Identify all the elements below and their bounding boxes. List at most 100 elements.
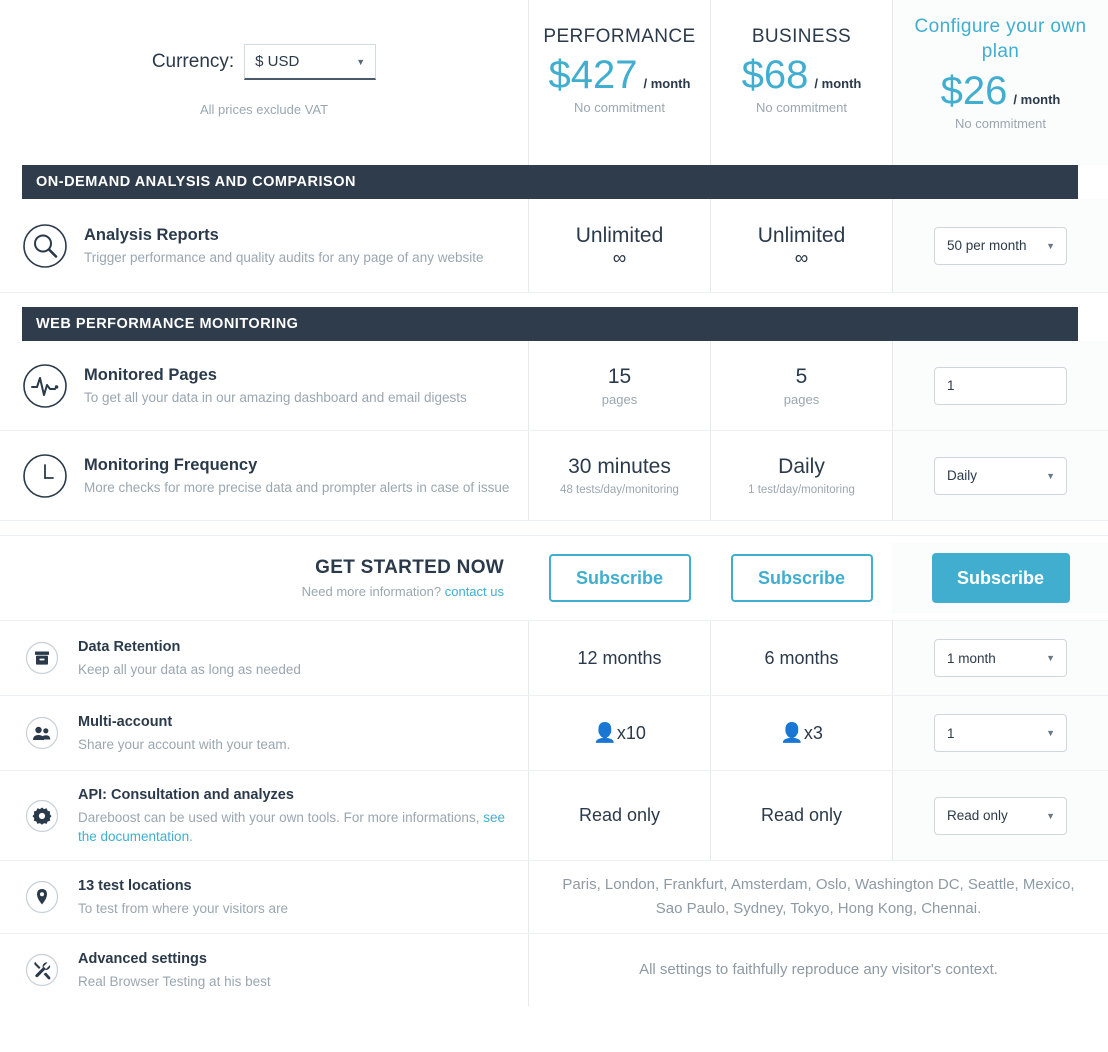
cell-value: 12 months xyxy=(577,645,661,672)
plan-commitment: No commitment xyxy=(756,100,847,115)
cell-value: Read only xyxy=(579,802,660,829)
vat-note: All prices exclude VAT xyxy=(200,102,328,117)
value-cell-custom: 1 xyxy=(892,341,1108,430)
cell-value: 5 xyxy=(796,363,808,390)
table-row-test-locations: 13 test locations To test from where you… xyxy=(0,861,1108,934)
archive-icon xyxy=(22,638,62,678)
advanced-settings-note: All settings to faithfully reproduce any… xyxy=(528,934,1108,1006)
value-cell-performance: Read only xyxy=(528,771,710,860)
table-row-data-retention: Data Retention Keep all your data as lon… xyxy=(0,621,1108,696)
feature-description-tail: . xyxy=(189,829,193,844)
feature-description: Real Browser Testing at his best xyxy=(78,972,510,991)
feature-cell: Analysis Reports Trigger performance and… xyxy=(0,199,528,292)
value-cell-custom: Daily ▼ xyxy=(892,431,1108,520)
value-cell-performance: 30 minutes 48 tests/day/monitoring xyxy=(528,431,710,520)
feature-description: Share your account with your team. xyxy=(78,735,510,754)
subscribe-button-custom[interactable]: Subscribe xyxy=(932,553,1070,603)
plan-header-custom: Configure your own plan $26 / month No c… xyxy=(892,0,1108,165)
value-cell-performance: Unlimited ∞ xyxy=(528,199,710,292)
table-row-monitored-pages: Monitored Pages To get all your data in … xyxy=(0,341,1108,431)
table-row-multi-account: Multi-account Share your account with yo… xyxy=(0,696,1108,771)
table-row-monitoring-frequency: Monitoring Frequency More checks for mor… xyxy=(0,431,1108,521)
value-cell-custom: 50 per month ▼ xyxy=(892,199,1108,292)
value-cell-business: 5 pages xyxy=(710,341,892,430)
plan-price: $68 xyxy=(742,50,809,100)
selected-value: Daily xyxy=(947,468,977,483)
selected-value: 1 xyxy=(947,726,955,741)
feature-title: API: Consultation and analyzes xyxy=(78,785,510,806)
feature-description: Dareboost can be used with your own tool… xyxy=(78,808,510,846)
table-row-api: API: Consultation and analyzes Dareboost… xyxy=(0,771,1108,861)
cta-subtitle-text: Need more information? xyxy=(302,584,445,599)
test-locations-list: Paris, London, Frankfurt, Amsterdam, Osl… xyxy=(528,861,1108,933)
plan-price-period: / month xyxy=(644,76,691,91)
feature-cell: Multi-account Share your account with yo… xyxy=(0,696,528,770)
plan-price-line: $427 / month xyxy=(549,50,691,100)
currency-zone: Currency: $ USD ▼ All prices exclude VAT xyxy=(0,0,528,165)
currency-selected-value: $ USD xyxy=(255,53,299,70)
section-header-on-demand: ON-DEMAND ANALYSIS AND COMPARISON xyxy=(22,165,1078,199)
cell-subvalue: pages xyxy=(784,391,819,409)
data-retention-select[interactable]: 1 month ▼ xyxy=(934,639,1067,677)
cta-cell-business: Subscribe xyxy=(710,544,892,612)
value-cell-performance: 👤x10 xyxy=(528,696,710,770)
monitored-pages-input[interactable]: 1 xyxy=(934,367,1067,405)
value-cell-custom: 1 ▼ xyxy=(892,696,1108,770)
chevron-down-icon: ▼ xyxy=(1046,811,1055,821)
pulse-icon xyxy=(22,363,68,409)
plan-price: $26 xyxy=(941,66,1008,116)
feature-text: Analysis Reports Trigger performance and… xyxy=(84,225,510,267)
multiplier: x10 xyxy=(617,723,646,743)
currency-line: Currency: $ USD ▼ xyxy=(152,44,376,80)
pricing-header: Currency: $ USD ▼ All prices exclude VAT… xyxy=(0,0,1108,165)
selected-value: 50 per month xyxy=(947,238,1027,253)
cta-row: GET STARTED NOW Need more information? c… xyxy=(0,535,1108,621)
feature-text: Monitoring Frequency More checks for mor… xyxy=(84,455,510,497)
currency-select[interactable]: $ USD ▼ xyxy=(244,44,376,80)
cell-value: Daily xyxy=(778,453,825,480)
cell-value: Unlimited xyxy=(576,222,664,249)
contact-us-link[interactable]: contact us xyxy=(445,584,504,599)
feature-cell: Data Retention Keep all your data as lon… xyxy=(0,621,528,695)
monitoring-frequency-select[interactable]: Daily ▼ xyxy=(934,457,1067,495)
feature-description: More checks for more precise data and pr… xyxy=(84,478,510,497)
users-icon xyxy=(22,713,62,753)
plan-name: PERFORMANCE xyxy=(543,26,695,48)
api-select[interactable]: Read only ▼ xyxy=(934,797,1067,835)
feature-cell: Advanced settings Real Browser Testing a… xyxy=(0,934,528,1006)
feature-title: Data Retention xyxy=(78,637,510,658)
map-pin-icon xyxy=(22,877,62,917)
value-cell-business: Unlimited ∞ xyxy=(710,199,892,292)
pricing-page: Currency: $ USD ▼ All prices exclude VAT… xyxy=(0,0,1108,1052)
cell-value: 15 xyxy=(608,363,631,390)
feature-cell: 13 test locations To test from where you… xyxy=(0,861,528,933)
analysis-reports-select[interactable]: 50 per month ▼ xyxy=(934,227,1067,265)
subscribe-button-business[interactable]: Subscribe xyxy=(731,554,873,602)
magnifier-icon xyxy=(22,223,68,269)
plan-header-business: BUSINESS $68 / month No commitment xyxy=(710,0,892,165)
person-icon: 👤 xyxy=(780,723,804,744)
cell-subvalue: 1 test/day/monitoring xyxy=(748,481,855,499)
feature-cell: Monitored Pages To get all your data in … xyxy=(0,341,528,430)
plan-price-period: / month xyxy=(814,76,861,91)
chevron-down-icon: ▼ xyxy=(1046,241,1055,251)
subscribe-button-performance[interactable]: Subscribe xyxy=(549,554,691,602)
gear-icon xyxy=(22,796,62,836)
cell-subvalue: pages xyxy=(602,391,637,409)
feature-text: Multi-account Share your account with yo… xyxy=(78,712,510,754)
feature-text: Advanced settings Real Browser Testing a… xyxy=(78,949,510,991)
feature-text: Monitored Pages To get all your data in … xyxy=(84,365,510,407)
feature-description: To test from where your visitors are xyxy=(78,899,510,918)
plan-header-performance: PERFORMANCE $427 / month No commitment xyxy=(528,0,710,165)
chevron-down-icon: ▼ xyxy=(1046,653,1055,663)
cta-text-block: GET STARTED NOW Need more information? c… xyxy=(0,543,528,613)
value-cell-business: Daily 1 test/day/monitoring xyxy=(710,431,892,520)
plan-price-period: / month xyxy=(1013,92,1060,107)
cta-cell-performance: Subscribe xyxy=(528,544,710,612)
cell-value: 6 months xyxy=(764,645,838,672)
feature-title: Analysis Reports xyxy=(84,225,510,246)
multi-account-select[interactable]: 1 ▼ xyxy=(934,714,1067,752)
infinity-symbol: ∞ xyxy=(795,249,809,269)
value-cell-custom: 1 month ▼ xyxy=(892,621,1108,695)
feature-description: To get all your data in our amazing dash… xyxy=(84,388,510,407)
